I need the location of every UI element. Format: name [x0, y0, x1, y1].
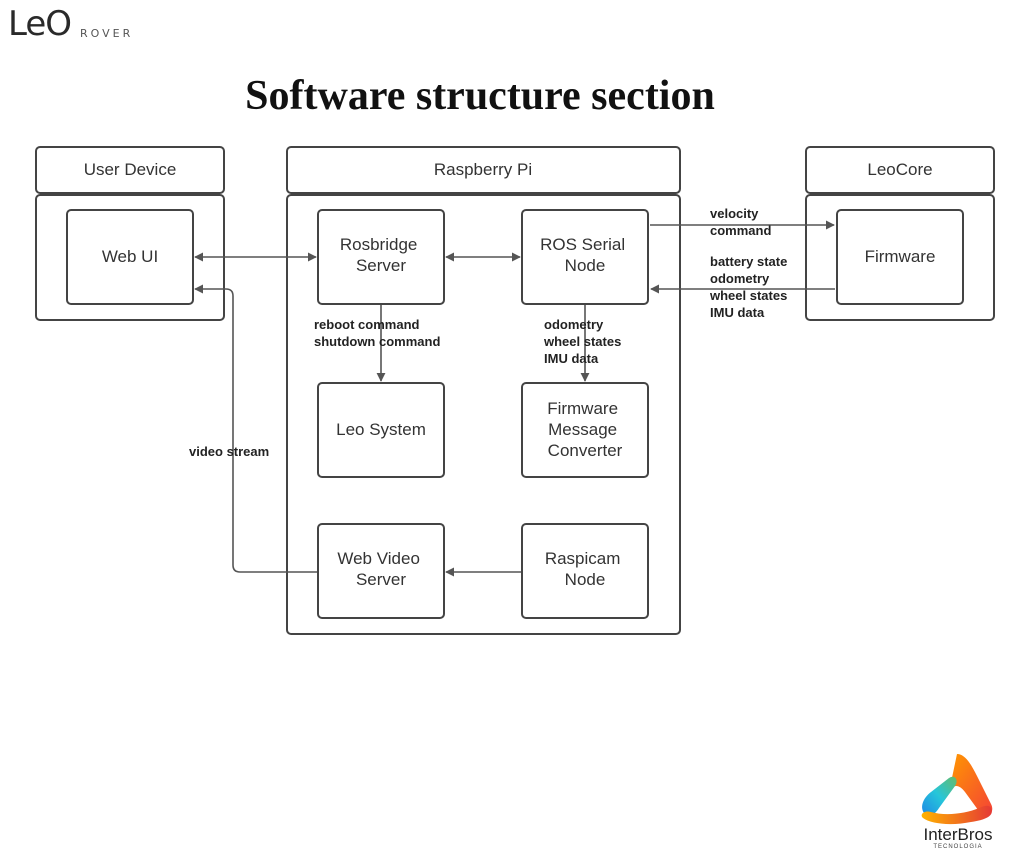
label-odometry-line-3: IMU data: [544, 351, 599, 366]
node-web-video-line-1: Web Video: [337, 549, 420, 568]
svg-text:Web UI: Web UI: [102, 247, 158, 266]
group-label-user-device: User Device: [84, 160, 177, 179]
svg-text:Firmware: Firmware: [865, 247, 936, 266]
label-reboot-line-1: reboot command: [314, 317, 420, 332]
svg-text:Leo System: Leo System: [336, 420, 426, 439]
label-reboot-line-2: shutdown command: [314, 334, 440, 349]
label-velocity-command: velocity command: [710, 206, 771, 238]
node-raspicam-line-1: Raspicam: [545, 549, 621, 568]
node-rosbridge-server: Rosbridge Server: [317, 209, 445, 305]
label-video-stream: video stream: [189, 444, 269, 459]
node-raspicam-line-2: Node: [565, 570, 606, 589]
node-converter-line-3: Converter: [548, 441, 623, 460]
node-web-video-server: Web Video Server: [317, 523, 445, 619]
label-odometry-line-2: wheel states: [543, 334, 621, 349]
node-converter-line-2: Message: [548, 420, 617, 439]
node-rosbridge-line-2: Server: [356, 256, 406, 275]
label-battery-line-1: battery state: [710, 254, 787, 269]
node-ros-serial-node: ROS Serial Node: [521, 209, 649, 305]
node-firmware-line-1: Firmware: [865, 247, 936, 266]
node-ros-serial-line-2: Node: [565, 256, 606, 275]
group-label-leocore: LeoCore: [867, 160, 932, 179]
node-converter-line-1: Firmware: [547, 399, 618, 418]
label-velocity-line-2: command: [710, 223, 771, 238]
label-video-line-1: video stream: [189, 444, 269, 459]
label-battery-line-4: IMU data: [710, 305, 765, 320]
node-leo-system-line-1: Leo System: [336, 420, 426, 439]
node-web-ui: Web UI: [66, 209, 194, 305]
node-firmware: Firmware: [836, 209, 964, 305]
label-battery-line-3: wheel states: [709, 288, 787, 303]
svg-text:Firmware Message C: Firmware Message Converter: [547, 399, 623, 460]
node-raspicam-node: Raspicam Node: [521, 523, 649, 619]
architecture-diagram: User Device Raspberry Pi LeoCore Web UI …: [35, 146, 995, 635]
label-velocity-line-1: velocity: [710, 206, 759, 221]
group-label-raspberry-pi: Raspberry Pi: [434, 160, 532, 179]
label-battery-line-2: odometry: [710, 271, 770, 286]
node-ros-serial-line-1: ROS Serial: [540, 235, 625, 254]
label-battery-state: battery state odometry wheel states IMU …: [709, 254, 791, 320]
label-odometry-line-1: odometry: [544, 317, 604, 332]
node-leo-system: Leo System: [317, 382, 445, 478]
brand-subtitle: TECNOLOGIA: [933, 844, 983, 850]
node-rosbridge-line-1: Rosbridge: [340, 235, 418, 254]
node-firmware-message-converter: Firmware Message Converter: [521, 382, 649, 478]
node-web-ui-line-1: Web UI: [102, 247, 158, 266]
brand-name: InterBros: [923, 825, 993, 844]
node-web-video-line-2: Server: [356, 570, 406, 589]
